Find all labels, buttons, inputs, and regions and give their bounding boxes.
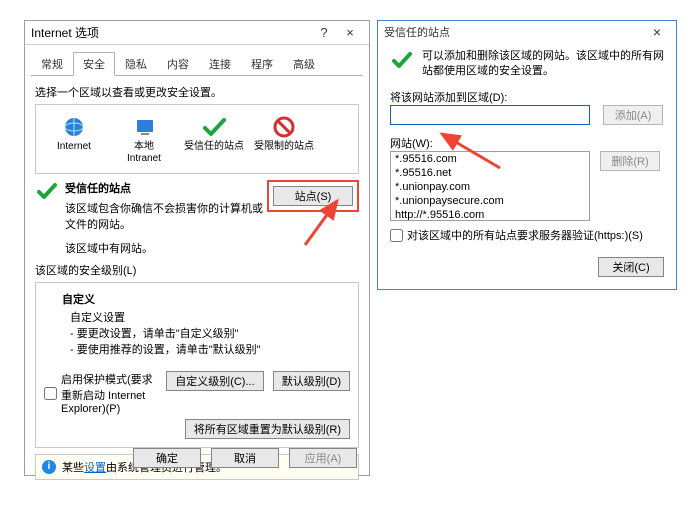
dialog-body: 选择一个区域以查看或更改安全设置。 Internet 本地 Intranet 受… [25, 76, 369, 486]
zone-group: Internet 本地 Intranet 受信任的站点 受限制的站点 [35, 104, 359, 174]
list-item[interactable]: *.95516.net [391, 166, 589, 180]
zone-prompt: 选择一个区域以查看或更改安全设置。 [35, 84, 359, 100]
close-button[interactable]: × [644, 24, 670, 40]
add-site-input[interactable] [390, 105, 590, 125]
tab-programs[interactable]: 程序 [241, 52, 283, 76]
computer-icon [130, 115, 158, 139]
list-item[interactable]: *.95516.com [391, 152, 589, 166]
dialog-footer: 确定 取消 应用(A) [25, 441, 369, 475]
trusted-note: 该区域中有网站。 [65, 240, 267, 256]
tab-strip: 常规 安全 隐私 内容 连接 程序 高级 [31, 51, 363, 76]
sites-button[interactable]: 站点(S) [273, 186, 353, 206]
checkmark-icon [200, 115, 228, 139]
zone-restricted[interactable]: 受限制的站点 [252, 115, 316, 165]
globe-icon [60, 115, 88, 139]
zone-trusted[interactable]: 受信任的站点 [182, 115, 246, 165]
close-button[interactable]: × [337, 25, 363, 40]
prohibited-icon [270, 115, 298, 139]
dialog-title: 受信任的站点 [384, 24, 644, 40]
add-button[interactable]: 添加(A) [603, 105, 663, 125]
list-item[interactable]: *.unionpaysecure.com [391, 194, 589, 208]
internet-options-dialog: Internet 选项 ? × 常规 安全 隐私 内容 连接 程序 高级 选择一… [24, 20, 370, 476]
require-https-checkbox[interactable] [390, 229, 403, 242]
custom-line-2: - 要更改设置，请单击"自定义级别" [70, 325, 350, 341]
tab-connections[interactable]: 连接 [199, 52, 241, 76]
ok-button[interactable]: 确定 [133, 448, 201, 468]
custom-level-button[interactable]: 自定义级别(C)... [166, 371, 263, 391]
titlebar: 受信任的站点 × [378, 21, 676, 43]
close-dialog-button[interactable]: 关闭(C) [598, 257, 664, 277]
list-item[interactable]: *.unionpay.com [391, 180, 589, 194]
apply-button[interactable]: 应用(A) [289, 448, 357, 468]
zone-restricted-label: 受限制的站点 [252, 141, 316, 153]
enable-protected-mode-label: 启用保护模式(要求重新启动 Internet Explorer)(P) [61, 371, 156, 415]
tab-advanced[interactable]: 高级 [283, 52, 325, 76]
security-level-label: 该区域的安全级别(L) [35, 262, 359, 278]
dialog-title: Internet 选项 [31, 24, 311, 41]
add-site-label: 将该网站添加到区域(D): [390, 89, 664, 105]
custom-line-1: 自定义设置 [70, 309, 350, 325]
trusted-sites-dialog: 受信任的站点 × 可以添加和删除该区域的网站。该区域中的所有网站都使用区域的安全… [377, 20, 677, 290]
zone-local-label: 本地 Intranet [112, 141, 176, 165]
trusted-check-icon [390, 49, 414, 79]
sites-list-label: 网站(W): [390, 135, 664, 151]
cancel-button[interactable]: 取消 [211, 448, 279, 468]
zone-local-intranet[interactable]: 本地 Intranet [112, 115, 176, 165]
zone-trusted-label: 受信任的站点 [182, 141, 246, 153]
list-item[interactable]: http://*.95516.com [391, 208, 589, 221]
reset-all-zones-button[interactable]: 将所有区域重置为默认级别(R) [185, 419, 350, 439]
enable-protected-mode-checkbox[interactable] [44, 387, 57, 400]
tab-general[interactable]: 常规 [31, 52, 73, 76]
sites-button-highlight: 站点(S) [267, 180, 359, 212]
default-level-button[interactable]: 默认级别(D) [273, 371, 350, 391]
security-level-group: 自定义 自定义设置 - 要更改设置，请单击"自定义级别" - 要使用推荐的设置，… [35, 282, 359, 448]
tab-security[interactable]: 安全 [73, 52, 115, 76]
titlebar: Internet 选项 ? × [25, 21, 369, 45]
custom-line-3: - 要使用推荐的设置，请单击"默认级别" [70, 341, 350, 357]
trusted-check-icon [35, 180, 59, 256]
zone-internet-label: Internet [42, 141, 106, 153]
help-button[interactable]: ? [311, 25, 337, 40]
tab-content[interactable]: 内容 [157, 52, 199, 76]
trusted-heading: 受信任的站点 [65, 180, 267, 196]
require-https-label: 对该区域中的所有站点要求服务器验证(https:)(S) [407, 227, 643, 243]
sites-listbox[interactable]: *.95516.com *.95516.net *.unionpay.com *… [390, 151, 590, 221]
custom-heading: 自定义 [62, 291, 350, 307]
zone-internet[interactable]: Internet [42, 115, 106, 165]
trusted-desc: 该区域包含你确信不会损害你的计算机或文件的网站。 [65, 200, 267, 232]
trusted-desc: 可以添加和删除该区域的网站。该区域中的所有网站都使用区域的安全设置。 [422, 49, 664, 79]
delete-button[interactable]: 删除(R) [600, 151, 660, 171]
tab-privacy[interactable]: 隐私 [115, 52, 157, 76]
